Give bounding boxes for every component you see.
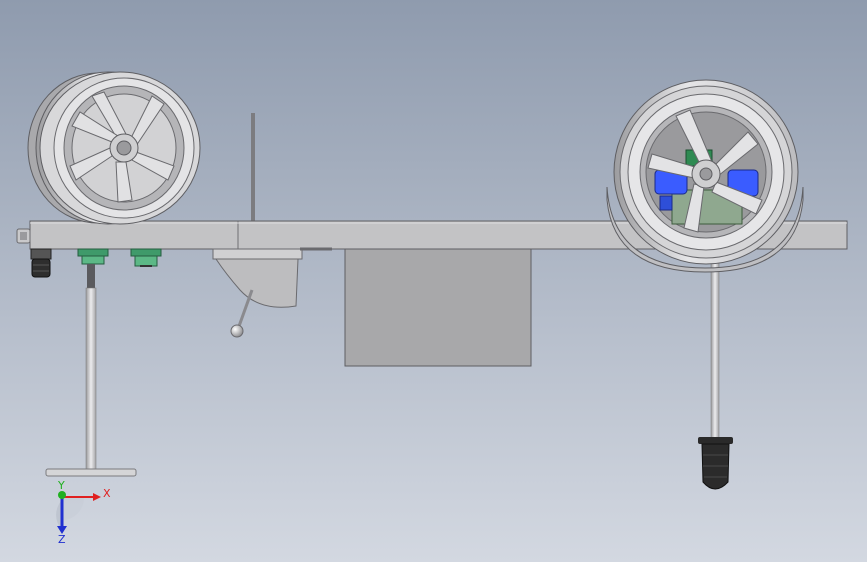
left-drive-wheel: [27, 71, 201, 225]
x-axis-label: X: [103, 487, 111, 500]
cad-viewport[interactable]: X Y Z: [0, 0, 867, 562]
front-sensor: [30, 248, 52, 278]
end-connector: [16, 228, 31, 244]
z-axis-label: Z: [58, 533, 66, 546]
y-axis-label: Y: [57, 479, 65, 492]
green-fitting-left: [77, 248, 109, 265]
battery-box: [344, 248, 532, 367]
green-fitting-right: [130, 248, 162, 267]
